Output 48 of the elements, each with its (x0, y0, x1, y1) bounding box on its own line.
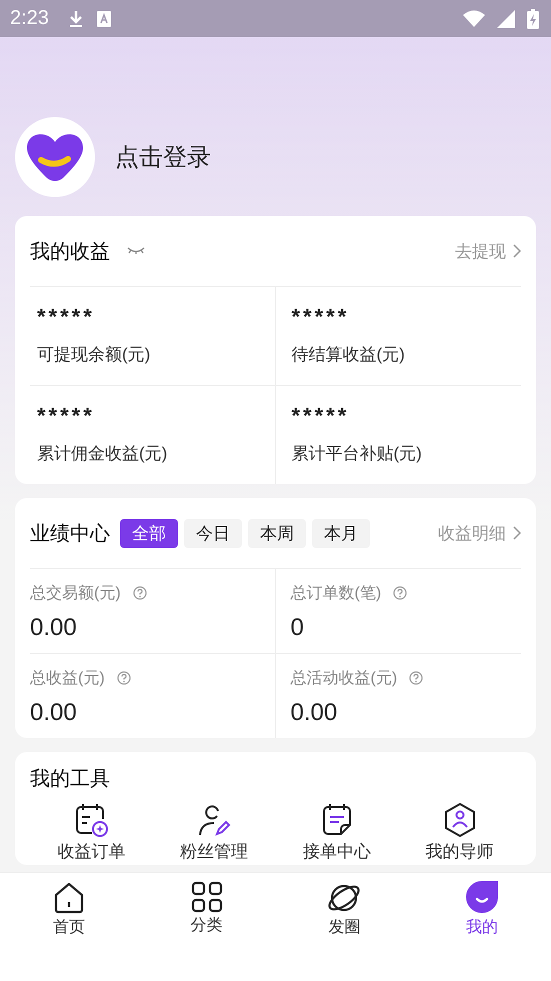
masked-value: ***** (37, 306, 96, 326)
period-tab[interactable]: 本周 (248, 518, 306, 548)
section-title: 业绩中心 (30, 522, 110, 546)
stat-value: 0.00 (30, 616, 78, 640)
wifi-icon (463, 10, 485, 27)
smile-drop-icon (465, 881, 500, 915)
stat-label: 总交易额(元) (30, 584, 121, 604)
login-link[interactable]: 点击登录 (115, 141, 211, 173)
masked-value: ***** (37, 406, 96, 426)
stat-value: 0.00 (30, 700, 78, 724)
tool-item[interactable]: 粉丝管理 (152, 802, 276, 863)
stat-label: 总收益(元) (30, 668, 105, 688)
section-title: 我的工具 (30, 767, 111, 792)
heart-logo-icon (25, 132, 85, 182)
stat-label: 总订单数(笔) (290, 584, 382, 604)
period-tab[interactable]: 今日 (184, 518, 242, 548)
earnings-label: 待结算收益(元) (292, 344, 406, 366)
help-icon[interactable] (116, 671, 131, 685)
closed-eye-icon[interactable] (126, 246, 146, 256)
tool-item[interactable]: 接单中心 (276, 802, 398, 863)
help-icon[interactable] (393, 586, 408, 600)
earnings-label: 累计平台补贴(元) (292, 442, 423, 464)
signal-icon (497, 10, 515, 28)
period-tab[interactable]: 全部 (120, 518, 178, 548)
chevron-right-icon (512, 244, 521, 258)
earnings-label: 累计佣金收益(元) (37, 442, 168, 464)
help-icon[interactable] (409, 671, 424, 685)
tool-item[interactable]: 收益订单 (30, 802, 153, 863)
grid-icon (190, 881, 223, 913)
earnings-label: 可提现余额(元) (37, 344, 152, 366)
keyboard-icon (96, 10, 111, 26)
help-icon[interactable] (132, 586, 147, 600)
nav-tab[interactable]: 我的 (465, 881, 500, 938)
stat-value: 0 (290, 616, 305, 640)
section-title: 我的收益 (30, 240, 110, 264)
battery-icon (527, 8, 539, 28)
stat-value: 0.00 (290, 700, 338, 724)
status-time: 2:23 (10, 7, 49, 30)
nav-tab[interactable]: 首页 (52, 881, 86, 938)
stat-label: 总活动收益(元) (290, 668, 398, 688)
calendar-plus-icon (73, 802, 110, 838)
masked-value: ***** (292, 306, 350, 326)
nav-tab[interactable]: 分类 (190, 881, 223, 936)
tool-item[interactable]: 我的导师 (398, 802, 521, 863)
period-tab[interactable]: 本月 (312, 518, 370, 548)
nav-tab[interactable]: 发圈 (326, 881, 362, 938)
masked-value: ***** (292, 406, 350, 426)
chevron-right-icon (512, 526, 521, 540)
